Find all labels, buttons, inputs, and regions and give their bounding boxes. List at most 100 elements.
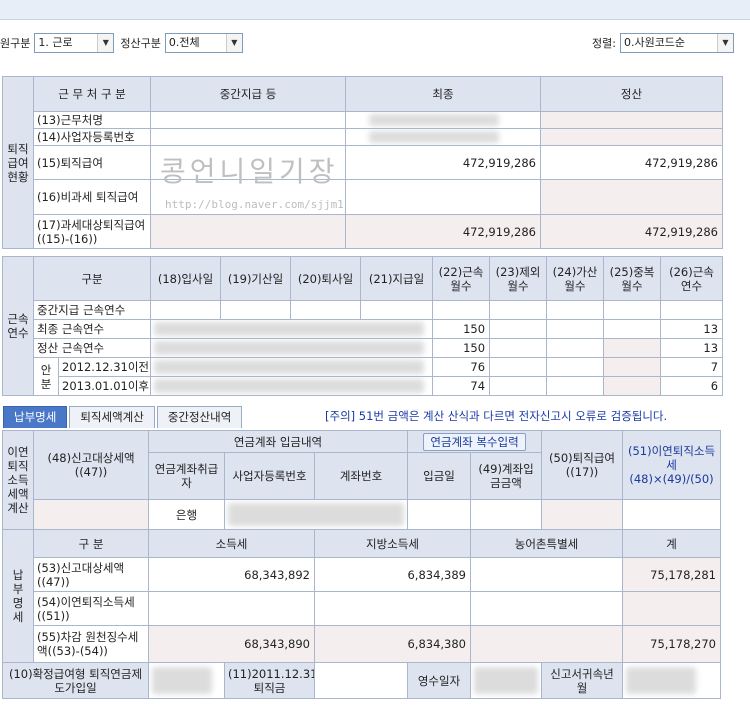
settle-cell: 472,919,286 — [540, 214, 723, 249]
sort-label: 정렬: — [592, 37, 616, 50]
added-cell[interactable] — [546, 300, 605, 320]
dup-cell[interactable] — [603, 319, 662, 339]
report-label: 신고서귀속년월 — [541, 662, 623, 699]
date-cell[interactable] — [220, 300, 292, 320]
tab-interim-settlement[interactable]: 중간정산내역 — [156, 406, 243, 428]
side-label: 이연퇴직소득세액계산 — [2, 430, 34, 530]
multi-input-cell: 연금계좌 복수입력 — [406, 430, 543, 453]
header-cell: (22)근속월수 — [432, 256, 491, 301]
row-label: (53)신고대상세액((47)) — [33, 557, 149, 592]
date-cells[interactable] — [150, 357, 434, 377]
settle-select[interactable]: 0.전체 ▼ — [164, 33, 243, 53]
added-cell[interactable] — [546, 319, 605, 339]
pension-multi-input-button[interactable]: 연금계좌 복수입력 — [423, 432, 526, 451]
settle-cell — [540, 111, 723, 129]
header-cell: 계좌번호 — [314, 452, 408, 500]
months-cell: 150 — [432, 338, 491, 358]
mid-cell[interactable] — [150, 128, 346, 146]
final-bizno-cell[interactable] — [345, 128, 541, 146]
date-cell[interactable] — [290, 300, 362, 320]
tab-payment-details[interactable]: 납부명세 — [3, 406, 68, 428]
months-cell[interactable]: 150 — [432, 319, 491, 339]
excluded-cell[interactable] — [489, 319, 548, 339]
handler-cell[interactable]: 은행 — [148, 499, 225, 530]
sort-select[interactable]: 0.사원코드순 ▼ — [619, 33, 734, 53]
deposit-amount-cell[interactable] — [469, 499, 543, 530]
header-cell: (24)가산월수 — [546, 256, 605, 301]
rural-tax-cell — [470, 625, 623, 663]
row-label: (17)과세대상퇴직급여((15)-(16)) — [33, 214, 151, 249]
payment-details-table: 납부명세 구 분 소득세 지방소득세 농어촌특별세 계 (53)신고대상세액((… — [2, 529, 721, 663]
rural-tax-cell[interactable] — [470, 557, 623, 592]
row-label: 정산 근속연수 — [32, 338, 152, 358]
mid-cell — [150, 214, 346, 249]
top-band — [0, 0, 750, 20]
row-label: 중간지급 근속연수 — [32, 300, 152, 320]
rural-tax-cell[interactable] — [470, 591, 623, 626]
declared-tax-cell — [33, 499, 149, 530]
final-workplace-cell[interactable] — [345, 111, 541, 129]
watermark-url: http://blog.naver.com/sjjm1 — [165, 198, 344, 211]
redacted-block — [154, 340, 425, 356]
total-cell: 75,178,270 — [622, 625, 721, 663]
side-label: 근속연수 — [2, 256, 34, 396]
tab-tax-calculation[interactable]: 퇴직세액계산 — [69, 406, 155, 428]
date-cells[interactable] — [150, 338, 434, 358]
local-tax-cell[interactable] — [314, 591, 471, 626]
local-tax-cell: 6,834,380 — [314, 625, 471, 663]
chevron-down-icon: ▼ — [716, 34, 733, 52]
final-cell[interactable] — [345, 179, 541, 215]
months-cell: 76 — [432, 357, 491, 377]
report-month-cell[interactable] — [622, 662, 721, 699]
bizno-account-cells[interactable] — [224, 499, 408, 530]
row-label: 2012.12.31이전 — [57, 357, 152, 377]
header-cell: 중간지급 등 — [150, 76, 346, 112]
local-tax-cell[interactable]: 6,834,389 — [314, 557, 471, 592]
date-cell[interactable] — [360, 300, 434, 320]
excluded-cell — [489, 376, 548, 396]
header-cell: (21)지급일 — [360, 256, 434, 301]
dc-date-cell[interactable] — [148, 662, 225, 699]
footer-table: (10)확정급여형 퇴직연금제도가입일 (11)2011.12.31퇴직금 영수… — [2, 662, 721, 699]
row-label: (55)차감 원천징수세액((53)-(54)) — [33, 625, 149, 663]
header-cell: 농어촌특별세 — [470, 529, 623, 558]
final-cell: 472,919,286 — [345, 214, 541, 249]
retirement-pay-table: 퇴직급여현황 근 무 처 구 분 중간지급 등 최종 정산 (13)근무처명 (… — [2, 76, 723, 249]
split-label: 안분 — [33, 357, 59, 396]
chevron-down-icon: ▼ — [97, 34, 114, 52]
date-cells[interactable] — [150, 376, 434, 396]
income-tax-cell[interactable] — [148, 591, 315, 626]
receipt-date-cell[interactable] — [470, 662, 542, 699]
row-label: (14)사업자등록번호 — [33, 128, 151, 146]
filter-bar: 원구분 1. 근로 ▼ 정산구분 0.전체 ▼ — [0, 31, 243, 55]
deposit-date-cell[interactable] — [407, 499, 471, 530]
deferred-tax-cell[interactable] — [622, 499, 722, 530]
months-cell: 74 — [432, 376, 491, 396]
tab-bar: 납부명세 퇴직세액계산 중간정산내역 — [3, 406, 244, 428]
settle-label: 정산구분 — [120, 37, 161, 50]
excluded-cell[interactable] — [489, 300, 548, 320]
date-cell[interactable] — [150, 300, 222, 320]
header-cell: (51)이연퇴직소득세(48)×(49)/(50) — [622, 430, 722, 500]
redacted-block — [228, 503, 404, 526]
header-cell: 최종 — [345, 76, 541, 112]
header-cell: 입금일 — [407, 452, 471, 500]
date-cells[interactable] — [150, 319, 434, 339]
header-cell: (48)신고대상세액((47)) — [33, 430, 149, 500]
row-label: (54)이연퇴직소득세((51)) — [33, 591, 149, 626]
redacted-block — [474, 666, 538, 695]
gubun-label: 원구분 — [0, 37, 31, 50]
added-cell — [546, 357, 605, 377]
income-tax-cell[interactable]: 68,343,892 — [148, 557, 315, 592]
income-tax-cell: 68,343,890 — [148, 625, 315, 663]
months-cell[interactable] — [432, 300, 491, 320]
service-years-table: 근속연수 구분 (18)입사일 (19)기산일 (20)퇴사일 (21)지급일 … — [2, 256, 724, 396]
gubun-select[interactable]: 1. 근로 ▼ — [34, 33, 115, 53]
mid-cell[interactable] — [150, 111, 346, 129]
final-cell[interactable]: 472,919,286 — [345, 145, 541, 180]
settle-cell — [540, 179, 723, 215]
side-label: 납부명세 — [2, 529, 34, 663]
redacted-block — [626, 666, 696, 695]
y2011-amount-cell[interactable] — [314, 662, 408, 699]
dup-cell[interactable] — [603, 300, 662, 320]
